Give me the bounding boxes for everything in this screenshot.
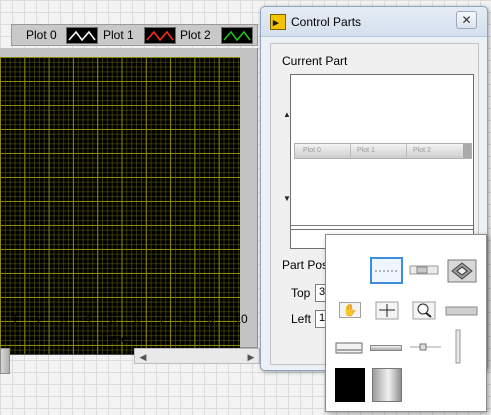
thin-scroll-icon (410, 343, 441, 351)
close-button[interactable]: ✕ (456, 11, 477, 29)
preview-label: Plot 0 (303, 147, 321, 154)
x-tick-label: 4 (84, 312, 92, 326)
operate-tool-button[interactable] (409, 259, 439, 283)
window-title: Control Parts (291, 15, 362, 29)
slider-part-button[interactable] (445, 301, 478, 325)
x-tick-label: 6 (133, 312, 141, 326)
legend-label: Plot 0 (26, 28, 57, 42)
positioning-tool-button[interactable] (370, 257, 403, 284)
plot-2-line-icon (221, 27, 253, 44)
graph-tools-palette: ✋ (325, 234, 487, 412)
dotted-line-icon (375, 270, 398, 272)
x-tick-label: 1 (11, 312, 19, 326)
x-tick-label: 7 (158, 312, 166, 326)
horizontal-scrollbar[interactable]: ◀ ▶ (134, 348, 260, 364)
scale-part-button[interactable] (335, 336, 365, 360)
plot-1-line-icon (144, 27, 176, 44)
x-axis-title: Time (100, 331, 129, 346)
x-tick-label: 10 (234, 312, 248, 326)
legend-item-plot-1[interactable]: Plot 1 (103, 27, 176, 44)
preview-label: Plot 1 (357, 147, 375, 154)
pan-tool-button[interactable]: ✋ (336, 299, 366, 323)
current-part-label: Current Part (282, 54, 348, 68)
black-fill-swatch[interactable] (335, 368, 365, 402)
waveform-graph (0, 48, 258, 355)
x-tick-label: 2 (36, 312, 44, 326)
legend-item-plot-0[interactable]: Plot 0 (26, 27, 98, 44)
preview-separator (350, 144, 351, 158)
zoom-tool-button[interactable] (447, 259, 477, 283)
preview-separator (406, 144, 407, 158)
part-position-label: Part Pos (282, 258, 329, 272)
legend-item-plot-2[interactable]: Plot 2 (180, 27, 258, 44)
thin-scroll-part-button[interactable] (409, 337, 441, 361)
preview-bar-end (463, 144, 471, 158)
bar-part-button[interactable] (370, 345, 402, 351)
bar-part-icon (445, 306, 478, 316)
scroll-right-icon[interactable]: ▶ (245, 351, 257, 363)
close-icon: ✕ (461, 13, 472, 27)
labview-app-icon: ▸ (270, 14, 286, 30)
magnifier-icon (412, 301, 436, 320)
legend-label: Plot 2 (180, 28, 211, 42)
plot-legend: Plot 0 Plot 1 Plot 2 (11, 24, 258, 46)
part-preview: Plot 0 Plot 1 Plot 2 (290, 74, 474, 232)
vertical-bar-icon (455, 329, 461, 364)
title-bar[interactable]: ▸ Control Parts ✕ (261, 7, 487, 37)
x-tick-label: 3 (60, 312, 68, 326)
preview-label: Plot 2 (413, 147, 431, 154)
scroll-left-icon[interactable]: ◀ (137, 351, 149, 363)
x-tick-label: 8 (182, 312, 190, 326)
zoom-diamond-icon (447, 259, 477, 283)
zoom-glass-tool-button[interactable] (410, 299, 440, 323)
crosshair-icon (375, 301, 399, 320)
divider (291, 225, 473, 226)
scrollbar-part-icon (409, 265, 439, 275)
legend-preview-bar: Plot 0 Plot 1 Plot 2 (294, 143, 472, 159)
x-tick-label: 9 (207, 312, 215, 326)
hand-icon: ✋ (339, 302, 361, 318)
plot-0-line-icon (66, 27, 98, 44)
x-axis: 1 2 3 4 5 6 7 8 9 10 (0, 310, 258, 330)
x-tick-label: 5 (109, 312, 117, 326)
gray-gradient-swatch[interactable] (372, 368, 402, 402)
left-label: Left (291, 312, 312, 326)
vertical-bar-part-button[interactable] (452, 329, 464, 365)
scroll-thumb[interactable] (0, 348, 10, 374)
cursor-tool-button[interactable] (373, 299, 403, 323)
scale-part-icon (335, 342, 363, 354)
top-label: Top (291, 286, 311, 300)
legend-label: Plot 1 (103, 28, 134, 42)
